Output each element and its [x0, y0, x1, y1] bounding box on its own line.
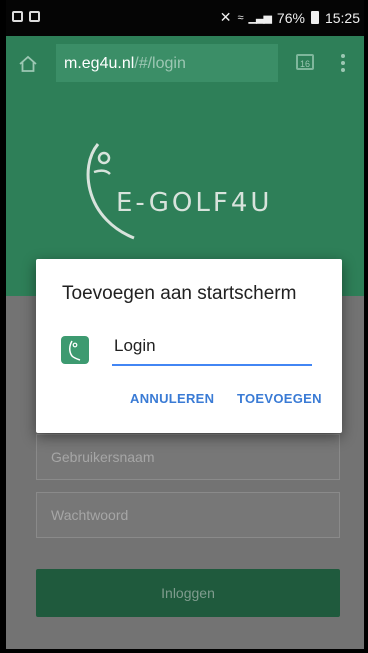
- status-bar: ✕ ≈ ▁▃▅ 76% 15:25: [0, 0, 368, 36]
- app-icon: [61, 336, 89, 364]
- username-field[interactable]: Gebruikersnaam: [36, 434, 340, 480]
- device-frame-left: [0, 0, 6, 653]
- gallery-icon: [12, 11, 23, 22]
- screenshot-icon: [29, 11, 40, 22]
- device-frame-bottom: [0, 649, 368, 653]
- address-bar[interactable]: m.eg4u.nl/#/login: [56, 44, 278, 82]
- url-path: /#/login: [134, 55, 186, 72]
- golfer-logo-icon-small: [69, 340, 81, 361]
- logo-wordmark: E-GOLF4U: [116, 188, 273, 218]
- tab-switcher-button[interactable]: 16: [296, 54, 314, 70]
- notification-icons: [12, 11, 40, 22]
- shortcut-name-input[interactable]: [112, 332, 312, 366]
- battery-percent: 76%: [276, 9, 305, 26]
- clock: 15:25: [324, 9, 360, 26]
- status-right: ✕ ≈ ▁▃▅ 76% 15:25: [220, 9, 360, 26]
- url-text: m.eg4u.nl/#/login: [64, 55, 186, 73]
- signal-icon: ▁▃▅: [248, 12, 272, 24]
- device-frame-right: [364, 0, 368, 653]
- username-placeholder: Gebruikersnaam: [51, 449, 155, 465]
- password-placeholder: Wachtwoord: [51, 507, 129, 523]
- cancel-button[interactable]: ANNULEREN: [130, 391, 214, 406]
- battery-icon: [310, 11, 319, 24]
- add-button[interactable]: TOEVOEGEN: [237, 391, 322, 406]
- wifi-icon: ≈: [237, 11, 243, 24]
- password-field[interactable]: Wachtwoord: [36, 492, 340, 538]
- overflow-menu-icon[interactable]: [341, 54, 345, 72]
- mute-icon: ✕: [219, 9, 232, 25]
- home-icon[interactable]: [18, 54, 38, 74]
- browser-toolbar: m.eg4u.nl/#/login 16: [6, 36, 364, 92]
- add-to-homescreen-dialog: Toevoegen aan startscherm ANNULEREN TOEV…: [36, 259, 342, 433]
- dialog-title: Toevoegen aan startscherm: [62, 283, 297, 304]
- url-host: m.eg4u.nl: [64, 55, 135, 72]
- login-button[interactable]: Inloggen: [36, 569, 340, 617]
